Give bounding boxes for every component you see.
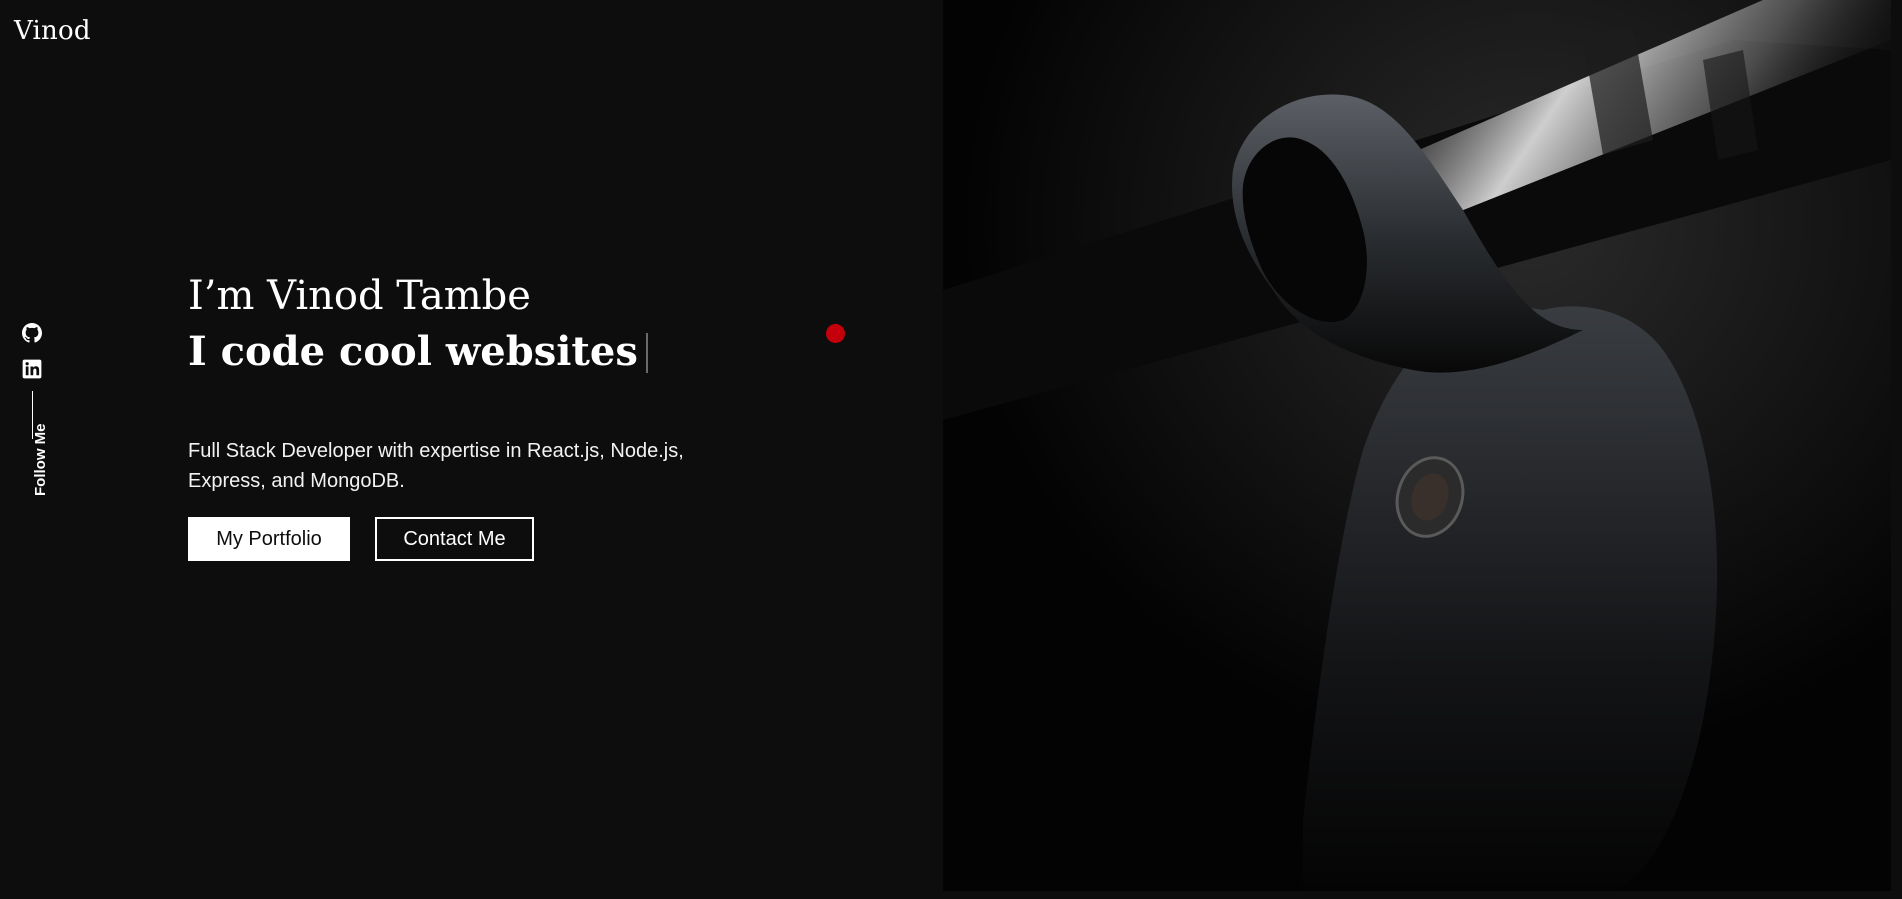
hero-image: [943, 0, 1891, 891]
cursor-dot: [826, 324, 845, 343]
home-page: Vinod Follow Me I’m Vinod Tambe I code c…: [0, 0, 1902, 899]
hero-typed-line: I code cool websites: [188, 324, 648, 380]
site-logo[interactable]: Vinod: [14, 16, 91, 46]
social-sidebar: [22, 323, 44, 439]
typing-cursor: [645, 333, 648, 373]
linkedin-icon[interactable]: [22, 359, 42, 379]
follow-me-label: Follow Me: [32, 423, 49, 497]
github-icon[interactable]: [22, 323, 42, 343]
contact-me-button[interactable]: Contact Me: [375, 517, 534, 561]
typed-text: I code cool websites: [188, 328, 638, 375]
hero-intro: I’m Vinod Tambe: [188, 273, 531, 319]
my-portfolio-button[interactable]: My Portfolio: [188, 517, 350, 561]
hero-description: Full Stack Developer with expertise in R…: [188, 440, 684, 492]
